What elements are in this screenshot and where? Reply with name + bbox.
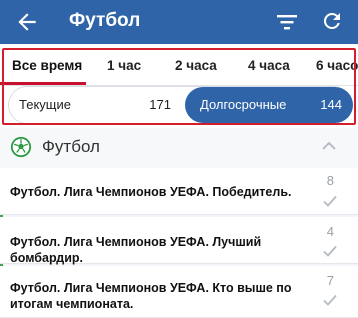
segment-long-term-count: 144 [320, 97, 342, 112]
event-title: Футбол. Лига Чемпионов УЕФА. Кто выше по… [10, 281, 292, 311]
event-title: Футбол. Лига Чемпионов УЕФА. Лучший бомб… [10, 235, 262, 265]
tab-all-time[interactable]: Все время [12, 44, 82, 86]
app-root: Футбол Все время 1 час 2 часа 4 часа 6 ч… [0, 0, 358, 318]
event-count: 4 [326, 224, 334, 239]
section-title: Футбол [42, 137, 100, 156]
segment-current-count: 171 [149, 97, 171, 112]
tab-4-hours[interactable]: 4 часа [248, 44, 290, 86]
header-bar: Футбол [0, 0, 358, 44]
checkmark-icon [323, 294, 337, 306]
segment-current-label: Текущие [19, 97, 71, 112]
arrow-left-icon[interactable] [14, 9, 40, 35]
segment-current[interactable]: Текущие 171 [9, 87, 179, 123]
event-title: Футбол. Лига Чемпионов УЕФА. Победитель. [10, 185, 292, 199]
tab-6-hours[interactable]: 6 часов [316, 44, 358, 86]
chevron-up-icon[interactable] [321, 139, 337, 153]
event-row[interactable]: Футбол. Лига Чемпионов УЕФА. Победитель.… [0, 168, 358, 215]
tab-2-hours[interactable]: 2 часа [175, 44, 217, 86]
soccer-ball-icon [10, 136, 32, 158]
section-header[interactable]: Футбол [0, 128, 358, 168]
market-type-toggle: Текущие 171 Долгосрочные 144 [8, 86, 353, 124]
event-row[interactable]: Футбол. Лига Чемпионов УЕФА. Кто выше по… [0, 266, 358, 318]
event-count: 8 [326, 173, 334, 188]
segment-long-term[interactable]: Долгосрочные 144 [185, 87, 353, 123]
event-row[interactable]: Футбол. Лига Чемпионов УЕФА. Лучший бомб… [0, 217, 358, 265]
checkmark-icon [323, 195, 337, 207]
page-title: Футбол [69, 10, 141, 31]
refresh-icon[interactable] [320, 9, 344, 33]
event-count: 7 [326, 273, 334, 288]
filter-icon[interactable] [275, 12, 299, 32]
sport-section: Футбол Футбол. Лига Чемпионов УЕФА. Побе… [0, 128, 358, 318]
tab-1-hour[interactable]: 1 час [107, 44, 141, 86]
period-filter-panel: Все время 1 час 2 часа 4 часа 6 часов Те… [0, 44, 358, 128]
period-tabs: Все время 1 час 2 часа 4 часа 6 часов [0, 44, 358, 86]
segment-long-term-label: Долгосрочные [200, 97, 287, 112]
checkmark-icon [323, 245, 337, 257]
